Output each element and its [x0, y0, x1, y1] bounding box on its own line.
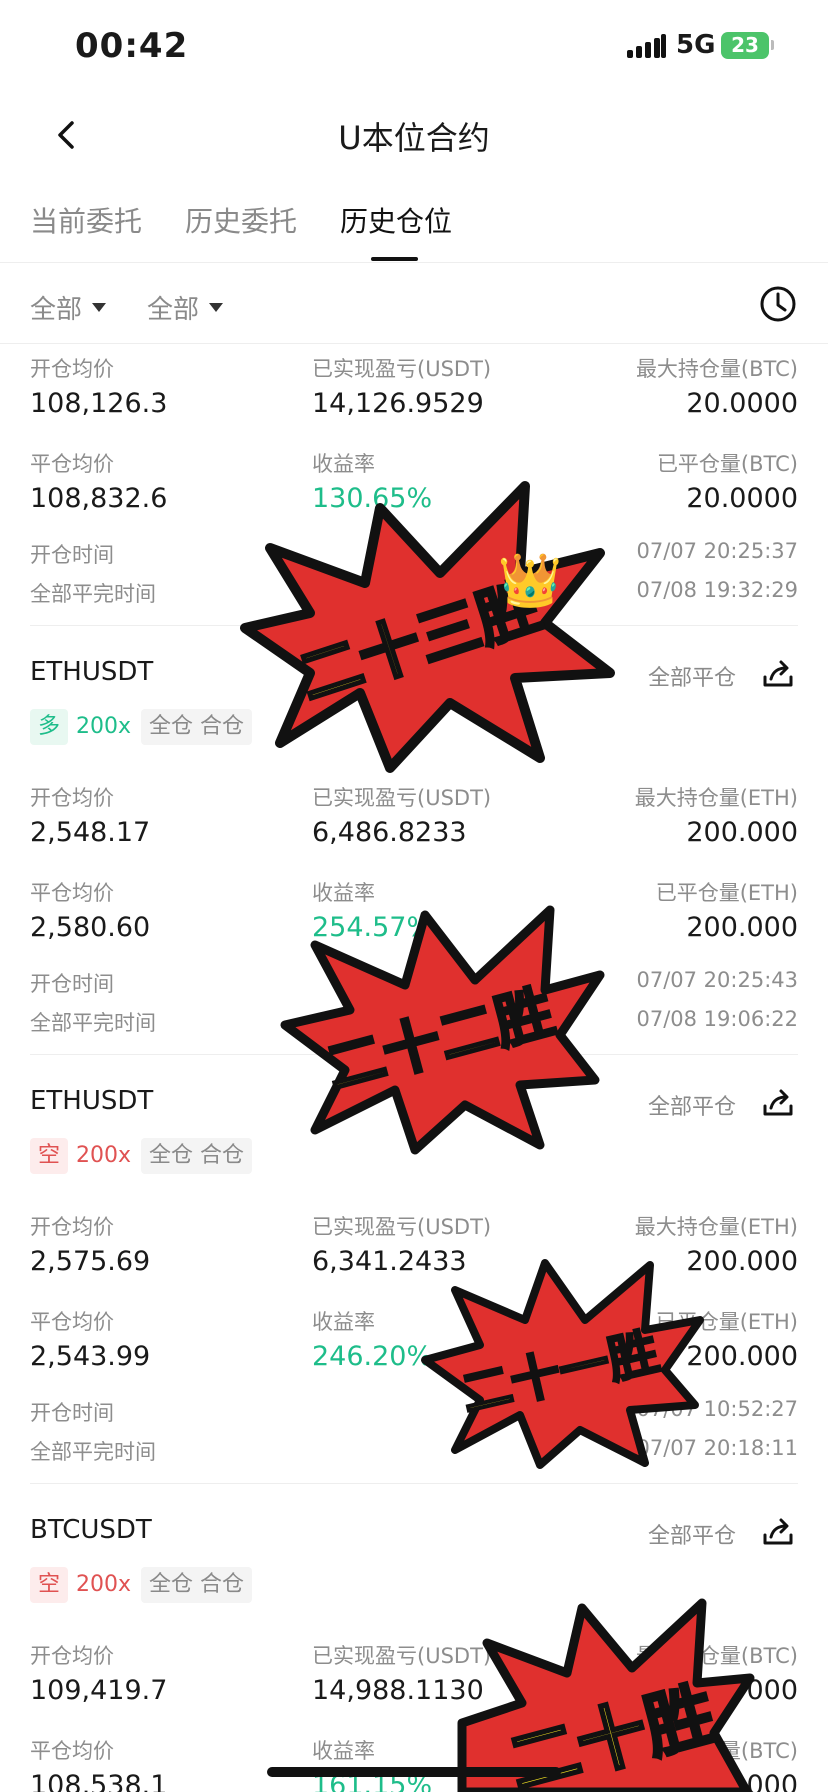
filter-dropdown-1[interactable]: 全部 [30, 289, 107, 326]
position-side-tag: 空 [30, 1138, 69, 1174]
close-time-label: 全部平完时间 [30, 1440, 156, 1464]
home-indicator [267, 1767, 561, 1777]
leverage-tag: 200x [76, 1572, 132, 1597]
max-hold-label: 最大持仓量(ETH) [634, 1215, 798, 1239]
close-avg-label: 平仓均价 [30, 1739, 114, 1763]
close-all-button[interactable]: 全部平仓 [648, 1089, 736, 1121]
open-avg-label: 开仓均价 [30, 1644, 114, 1668]
closed-qty-label: 已平仓量(ETH) [655, 881, 798, 905]
win-sticker: 二十一胜 [421, 1259, 704, 1469]
max-hold-value: 200.000 [686, 817, 798, 848]
close-avg-value: 2,580.60 [30, 912, 151, 943]
leverage-tag: 200x [76, 1143, 132, 1168]
open-avg-value: 109,419.7 [30, 1675, 168, 1706]
close-all-button[interactable]: 全部平仓 [648, 660, 736, 692]
page-title: U本位合约 [338, 119, 490, 157]
clock-icon[interactable] [759, 285, 797, 323]
status-bar: 00:42 5G 23 [0, 0, 828, 90]
open-avg-label: 开仓均价 [30, 786, 114, 810]
share-icon[interactable] [761, 657, 795, 691]
crown-icon: 👑 [498, 551, 563, 611]
divider [30, 1483, 798, 1484]
divider [0, 343, 828, 344]
position-side-tag: 多 [30, 709, 69, 745]
tab-bar: 当前委托 历史委托 历史仓位 [0, 200, 828, 260]
open-avg-value: 2,548.17 [30, 817, 151, 848]
symbol-name: ETHUSDT [30, 1086, 154, 1116]
open-time-value: 07/07 20:25:43 [636, 968, 798, 992]
open-avg-value: 108,126.3 [30, 388, 168, 419]
open-time-value: 07/07 20:25:37 [636, 539, 798, 563]
closed-qty-label: 已平仓量(BTC) [656, 452, 798, 476]
network-type: 5G [676, 30, 716, 60]
symbol-name: ETHUSDT [30, 657, 154, 687]
roi-label: 收益率 [312, 452, 375, 476]
battery-tip [771, 40, 774, 50]
active-tab-indicator [371, 257, 418, 261]
close-time-value: 07/08 19:06:22 [636, 1007, 798, 1031]
close-time-label: 全部平完时间 [30, 582, 156, 606]
closed-qty-value: 20.0000 [686, 483, 798, 514]
win-sticker: 二十胜 [457, 1598, 755, 1792]
max-hold-value: 20.0000 [686, 388, 798, 419]
caret-down-icon [209, 303, 224, 312]
margin-mode-tag: 全仓 合仓 [141, 1138, 252, 1174]
tab-current-orders[interactable]: 当前委托 [30, 200, 142, 240]
realized-pnl-label: 已实现盈亏(USDT) [312, 786, 492, 810]
open-avg-label: 开仓均价 [30, 1215, 114, 1239]
realized-pnl-value: 6,486.8233 [312, 817, 467, 848]
symbol-name: BTCUSDT [30, 1515, 152, 1545]
signal-icon [627, 34, 667, 58]
close-all-button[interactable]: 全部平仓 [648, 1518, 736, 1550]
roi-label: 收益率 [312, 881, 375, 905]
max-hold-label: 最大持仓量(BTC) [635, 357, 798, 381]
close-avg-label: 平仓均价 [30, 881, 114, 905]
close-avg-value: 108,832.6 [30, 483, 168, 514]
tab-position-history[interactable]: 历史仓位 [340, 200, 452, 240]
open-avg-label: 开仓均价 [30, 357, 114, 381]
realized-pnl-label: 已实现盈亏(USDT) [312, 1215, 492, 1239]
close-avg-label: 平仓均价 [30, 452, 114, 476]
filter-dropdown-2[interactable]: 全部 [147, 289, 224, 326]
closed-qty-value: 200.000 [686, 912, 798, 943]
caret-down-icon [92, 303, 107, 312]
battery-level: 23 [731, 33, 759, 57]
tab-order-history[interactable]: 历史委托 [185, 200, 297, 240]
margin-mode-tag: 全仓 合仓 [141, 1567, 252, 1603]
realized-pnl-label: 已实现盈亏(USDT) [312, 357, 492, 381]
filter-label: 全部 [147, 295, 200, 325]
realized-pnl-value: 14,126.9529 [312, 388, 484, 419]
share-icon[interactable] [761, 1515, 795, 1549]
open-avg-value: 2,575.69 [30, 1246, 151, 1277]
close-time-value: 07/08 19:32:29 [636, 578, 798, 602]
leverage-tag: 200x [76, 714, 132, 739]
max-hold-label: 最大持仓量(ETH) [634, 786, 798, 810]
open-time-label: 开仓时间 [30, 1401, 114, 1425]
win-sticker: 二十三胜 👑 [240, 481, 615, 773]
close-avg-value: 108,538.1 [30, 1770, 168, 1792]
status-time: 00:42 [75, 26, 189, 66]
battery-icon: 23 [721, 32, 769, 59]
position-side-tag: 空 [30, 1567, 69, 1603]
roi-label: 收益率 [312, 1739, 375, 1763]
close-avg-value: 2,543.99 [30, 1341, 151, 1372]
divider [0, 262, 828, 263]
open-time-label: 开仓时间 [30, 543, 114, 567]
filter-label: 全部 [30, 295, 83, 325]
win-sticker: 二十二胜 [280, 905, 605, 1155]
share-icon[interactable] [761, 1086, 795, 1120]
open-time-label: 开仓时间 [30, 972, 114, 996]
roi-label: 收益率 [312, 1310, 375, 1334]
close-avg-label: 平仓均价 [30, 1310, 114, 1334]
close-time-label: 全部平完时间 [30, 1011, 156, 1035]
